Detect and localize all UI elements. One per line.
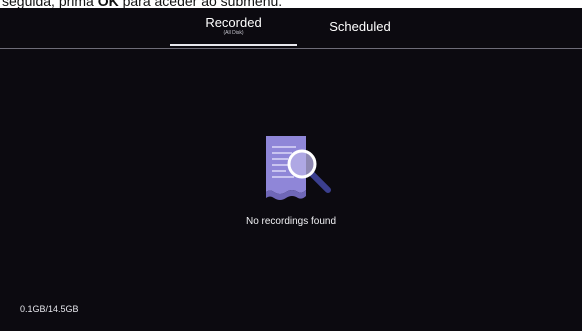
storage-usage: 0.1GB/14.5GB: [20, 304, 79, 314]
tv-screen: Recorded (All Disk) Scheduled No recordi…: [0, 8, 582, 331]
tab-recorded-sublabel: (All Disk): [223, 30, 244, 36]
empty-state: No recordings found: [0, 136, 582, 236]
empty-message: No recordings found: [245, 216, 337, 227]
caption-text-after: para aceder ao submenu.: [118, 0, 283, 8]
caption-text-before: seguida, prima: [2, 0, 98, 8]
tab-bar: Recorded (All Disk) Scheduled: [0, 8, 582, 48]
tab-selected-indicator: [170, 44, 297, 46]
tab-recorded[interactable]: Recorded (All Disk): [170, 8, 297, 48]
document-search-icon: [262, 136, 338, 202]
tab-recorded-label: Recorded: [205, 15, 262, 30]
tab-scheduled-label: Scheduled: [329, 19, 391, 34]
instruction-caption: seguida, prima OK para aceder ao submenu…: [0, 0, 582, 8]
header-divider: [0, 48, 582, 49]
tab-scheduled[interactable]: Scheduled: [310, 8, 410, 48]
caption-text-bold: OK: [97, 0, 119, 8]
